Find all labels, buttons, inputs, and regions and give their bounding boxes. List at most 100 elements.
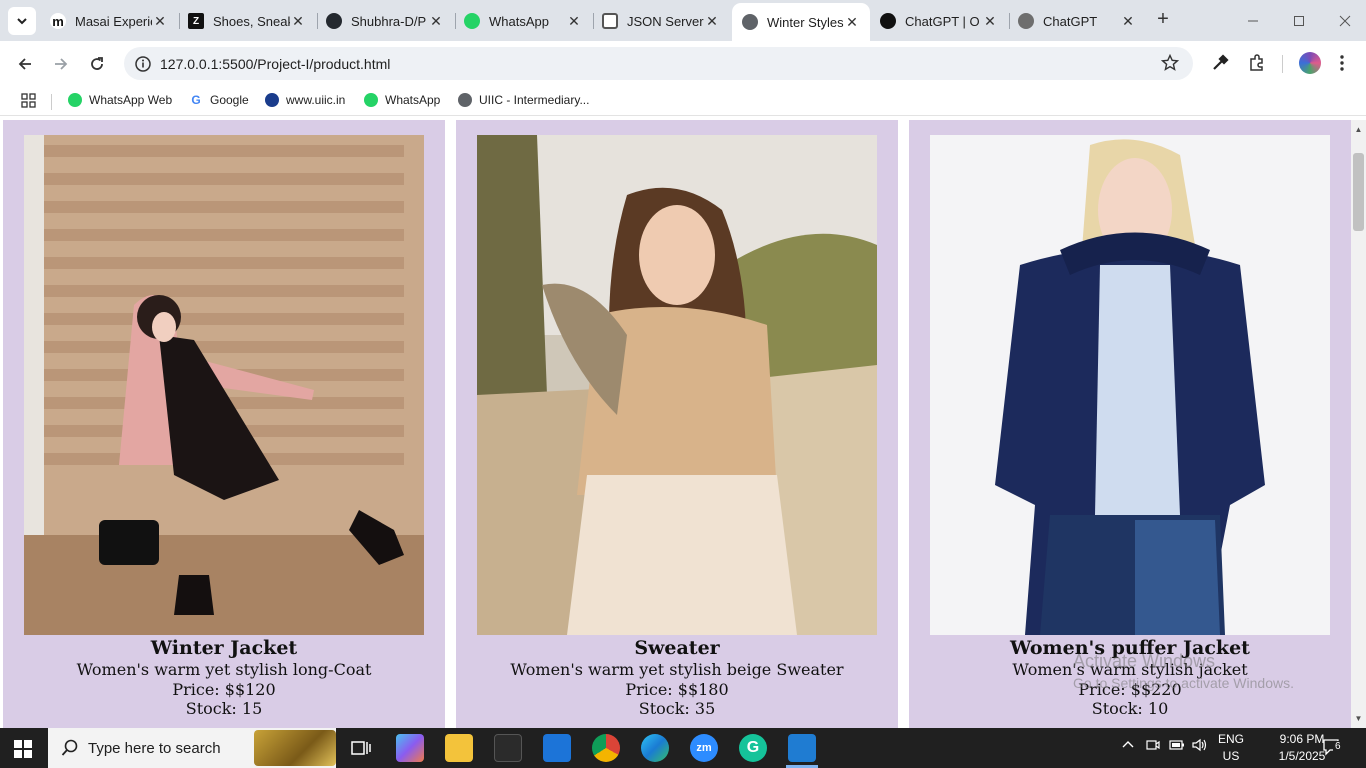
json-server-icon	[602, 13, 618, 29]
github-icon	[326, 13, 342, 29]
product-image	[930, 135, 1330, 635]
copilot-taskbar-icon[interactable]	[396, 734, 424, 762]
notification-center-button[interactable]: 6	[1322, 738, 1346, 758]
apps-button[interactable]	[21, 93, 36, 108]
apps-grid-icon	[21, 93, 36, 108]
address-bar[interactable]: 127.0.0.1:5500/Project-I/product.html	[124, 47, 1193, 80]
globe-icon	[458, 93, 472, 107]
close-icon[interactable]: ✕	[566, 13, 582, 30]
bookmark-label: WhatsApp Web	[89, 93, 173, 107]
arrow-left-icon	[18, 58, 31, 70]
close-icon[interactable]: ✕	[152, 13, 168, 30]
search-placeholder: Type here to search	[88, 739, 221, 757]
tab-shoes[interactable]: Z Shoes, Sneak ✕	[178, 6, 316, 36]
tab-label: Masai Experie	[75, 13, 152, 29]
grammarly-icon[interactable]: G	[739, 734, 767, 762]
tab-whatsapp[interactable]: WhatsApp ✕	[454, 6, 592, 36]
back-button[interactable]	[11, 50, 39, 78]
reload-icon	[91, 57, 103, 70]
language-indicator[interactable]: ENG US	[1216, 731, 1246, 765]
tab-label: Shubhra-D/P	[351, 13, 427, 29]
tab-github[interactable]: Shubhra-D/P ✕	[316, 6, 454, 36]
product-description: Women's warm yet stylish long-Coat	[76, 660, 372, 679]
microsoft-store-icon[interactable]	[494, 734, 522, 762]
mail-icon[interactable]	[543, 734, 571, 762]
bookmark-uiic[interactable]: www.uiic.in	[265, 93, 345, 107]
search-icon	[61, 739, 78, 756]
whatsapp-icon	[464, 13, 480, 29]
product-card[interactable]: Sweater Women's warm yet stylish beige S…	[456, 120, 898, 728]
chrome-icon[interactable]	[592, 734, 620, 762]
close-icon[interactable]: ✕	[1120, 13, 1136, 30]
product-card[interactable]: Women's puffer Jacket Women's warm styli…	[909, 120, 1351, 728]
battery-icon[interactable]	[1169, 738, 1185, 755]
windows-start-icon[interactable]	[14, 740, 32, 758]
product-card[interactable]: Winter Jacket Women's warm yet stylish l…	[3, 120, 445, 728]
masai-favicon-icon: m	[50, 13, 66, 29]
camera-icon	[1146, 740, 1160, 750]
product-description: Women's warm yet stylish beige Sweater	[510, 660, 844, 679]
close-icon[interactable]: ✕	[704, 13, 720, 30]
close-icon[interactable]: ✕	[844, 14, 860, 31]
maximize-button[interactable]	[1286, 8, 1312, 34]
chevron-up-icon	[1122, 741, 1134, 748]
bookmark-uiic-intermediary[interactable]: UIIC - Intermediary...	[458, 93, 589, 107]
bookmarks-divider	[51, 94, 52, 110]
minimize-icon	[1248, 20, 1258, 22]
tab-label: ChatGPT | O	[905, 13, 980, 29]
tab-masai[interactable]: m Masai Experie ✕	[40, 6, 178, 36]
page-scrollbar[interactable]: ▲ ▼	[1351, 120, 1366, 728]
product-stock: Stock: 10	[1091, 699, 1169, 718]
watermark-title: Activate Windows	[1073, 651, 1216, 671]
tab-chatgpt-2[interactable]: ChatGPT ✕	[1008, 6, 1146, 36]
bookmark-google[interactable]: G Google	[189, 93, 249, 107]
reload-button[interactable]	[83, 50, 111, 78]
chevron-down-icon	[17, 18, 27, 25]
extensions-button[interactable]	[1247, 53, 1267, 73]
minimize-button[interactable]	[1240, 8, 1266, 34]
toolbar-divider	[1282, 55, 1283, 73]
product-image	[24, 135, 424, 635]
file-explorer-icon[interactable]	[445, 734, 473, 762]
tab-search-button[interactable]	[8, 7, 36, 35]
product-image	[477, 135, 877, 635]
product-stock: Stock: 15	[185, 699, 263, 718]
zoom-icon[interactable]: zm	[690, 734, 718, 762]
product-title: Sweater	[634, 637, 720, 659]
new-tab-button[interactable]: +	[1152, 9, 1174, 31]
scroll-up-arrow-icon[interactable]: ▲	[1354, 125, 1363, 134]
scroll-down-arrow-icon[interactable]: ▼	[1354, 714, 1363, 723]
tab-json-server[interactable]: JSON Server ✕	[592, 6, 730, 36]
tab-chatgpt-1[interactable]: ChatGPT | O ✕	[870, 6, 1008, 36]
window-close-button[interactable]	[1332, 8, 1358, 34]
volume-icon[interactable]	[1192, 738, 1208, 755]
speaker-icon	[1192, 738, 1207, 752]
meet-now-icon[interactable]	[1146, 738, 1160, 755]
chatgpt-icon	[880, 13, 896, 29]
tab-winter-styles[interactable]: Winter Styles ✕	[732, 3, 870, 41]
task-view-button[interactable]	[347, 734, 375, 762]
close-icon[interactable]: ✕	[982, 13, 998, 30]
vscode-icon[interactable]	[788, 734, 816, 762]
profile-avatar[interactable]	[1299, 52, 1321, 74]
browser-menu-button[interactable]	[1332, 53, 1352, 73]
bookmark-star-icon[interactable]	[1161, 54, 1179, 72]
tab-label: Shoes, Sneak	[213, 13, 290, 29]
bookmark-whatsapp-web[interactable]: WhatsApp Web	[68, 93, 172, 107]
site-info-icon[interactable]	[134, 55, 152, 73]
taskbar-search-box[interactable]: Type here to search	[48, 728, 336, 768]
language-code: ENG	[1217, 732, 1244, 746]
eyedropper-icon	[1213, 54, 1229, 70]
forward-button[interactable]	[47, 50, 75, 78]
close-icon[interactable]: ✕	[290, 13, 306, 30]
close-icon[interactable]: ✕	[428, 13, 444, 30]
product-price: Price: $$120	[172, 680, 276, 699]
edge-icon[interactable]	[641, 734, 669, 762]
show-hidden-icons-button[interactable]	[1121, 738, 1135, 755]
tab-label: WhatsApp	[489, 13, 549, 29]
browser-toolbar: 127.0.0.1:5500/Project-I/product.html	[0, 41, 1366, 86]
globe-icon	[742, 14, 758, 30]
eyedropper-extension-button[interactable]	[1210, 53, 1230, 73]
scrollbar-thumb[interactable]	[1353, 153, 1364, 231]
bookmark-whatsapp[interactable]: WhatsApp	[364, 93, 440, 107]
